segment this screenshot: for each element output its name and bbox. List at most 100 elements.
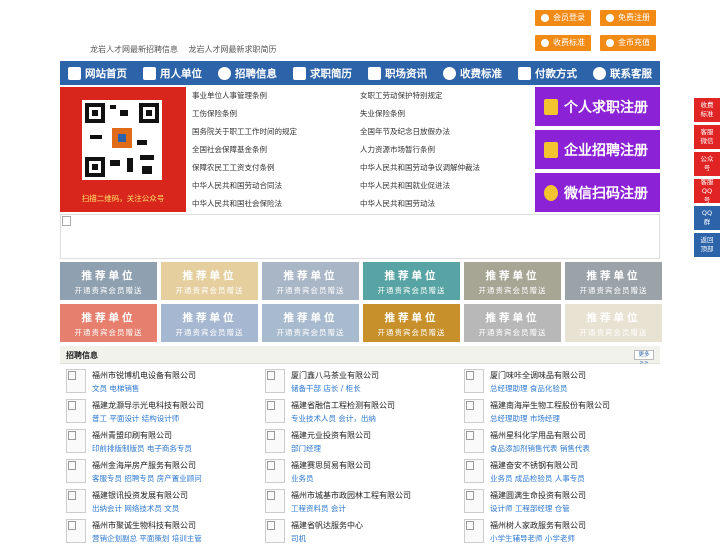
recommended-employer-slot[interactable]: 推荐单位 开通贵宾会员赠送 [60,304,157,342]
job-listing[interactable]: 福建龙灏导示光电科技有限公司 普工 平面设计 结构设计师 [60,398,258,428]
recommended-employer-slot[interactable]: 推荐单位 开通贵宾会员赠送 [363,304,460,342]
company-name[interactable]: 福建省融信工程检测有限公司 [291,400,395,411]
company-logo[interactable] [66,399,86,423]
recommended-employer-slot[interactable]: 推荐单位 开通贵宾会员赠送 [565,304,662,342]
nav-fees[interactable]: 收费标准 [435,61,510,85]
banner-image[interactable] [60,214,660,259]
job-listing[interactable]: 福建银讯投资发展有限公司 出纳会计 网络技术员 文员 [60,488,258,518]
company-logo[interactable] [265,459,285,483]
job-positions[interactable]: 出纳会计 网络技术员 文员 [92,503,179,514]
nav-payment[interactable]: 付款方式 [510,61,585,85]
regulation-link[interactable]: 中华人民共和国劳动法 [360,197,528,215]
nav-jobs[interactable]: 招聘信息 [210,61,285,85]
sidebar-fee-standard[interactable]: 收费标准 [694,98,720,122]
company-name[interactable]: 福建赛思贸易有限公司 [291,460,371,471]
job-positions[interactable]: 普工 平面设计 结构设计师 [92,413,179,424]
job-positions[interactable]: 文员 电梯销售 [92,383,139,394]
regulation-link[interactable]: 工伤保险条例 [192,107,360,125]
job-positions[interactable]: 设计师 工程部经理 仓管 [490,503,570,514]
company-logo[interactable] [265,519,285,543]
job-positions[interactable]: 总经理助理 市场经理 [490,413,560,424]
company-logo[interactable] [66,429,86,453]
company-logo[interactable] [464,429,484,453]
regulation-link[interactable]: 中华人民共和国社会保险法 [192,197,360,215]
company-name[interactable]: 福建元业投资有限公司 [291,430,371,441]
company-logo[interactable] [66,369,86,393]
wechat-register-button[interactable]: 微信扫码注册 [535,173,660,212]
job-positions[interactable]: 储备干部 店长 / 柜长 [291,383,361,394]
job-listing[interactable]: 福州市聚诚生物科技有限公司 营销企划副总 平面策划 培训主管 [60,518,258,548]
recommended-employer-slot[interactable]: 推荐单位 开通贵宾会员赠送 [464,262,561,300]
company-name[interactable]: 福州金海岸房产服务有限公司 [92,460,196,471]
nav-employers[interactable]: 用人单位 [135,61,210,85]
job-listing[interactable]: 福建赛思贸易有限公司 业务员 [259,458,457,488]
company-logo[interactable] [265,429,285,453]
company-name[interactable]: 福建奋安不锈钢有限公司 [490,460,578,471]
job-positions[interactable]: 客服专员 招聘专员 房产置业顾问 [92,473,202,484]
job-listing[interactable]: 福建圆满生命投资有限公司 设计师 工程部经理 仓管 [458,488,656,518]
company-name[interactable]: 福州市聚诚生物科技有限公司 [92,520,196,531]
regulation-link[interactable]: 国务院关于职工工作时间的规定 [192,125,360,143]
regulation-link[interactable]: 全国年节及纪念日放假办法 [360,125,528,143]
company-logo[interactable] [265,489,285,513]
company-logo[interactable] [464,369,484,393]
nav-contact[interactable]: 联系客服 [585,61,660,85]
job-positions[interactable]: 营销企划副总 平面策划 培训主管 [92,533,202,544]
job-positions[interactable]: 工程资料员 会计 [291,503,346,514]
job-listing[interactable]: 福州树人家政服务有限公司 小学生辅导老师 小学老师 [458,518,656,548]
regulation-link[interactable]: 中华人民共和国劳动合同法 [192,179,360,197]
recommended-employer-slot[interactable]: 推荐单位 开通贵宾会员赠送 [161,262,258,300]
regulation-link[interactable]: 保障农民工工资支付条例 [192,161,360,179]
company-logo[interactable] [265,399,285,423]
latest-jobs-link[interactable]: 龙岩人才网最新招聘信息 [90,45,178,54]
job-positions[interactable]: 印前排版制版员 电子商务专员 [92,443,192,454]
sidebar-qq-group[interactable]: QQ群 [694,206,720,230]
company-name[interactable]: 福建龙灏导示光电科技有限公司 [92,400,204,411]
back-to-top-button[interactable]: 返回顶部 [694,233,720,257]
recommended-employer-slot[interactable]: 推荐单位 开通贵宾会员赠送 [565,262,662,300]
regulation-link[interactable]: 事业单位人事管理条例 [192,89,360,107]
regulation-link[interactable]: 中华人民共和国就业促进法 [360,179,528,197]
job-listing[interactable]: 福州市城基市政园林工程有限公司 工程资料员 会计 [259,488,457,518]
recommended-employer-slot[interactable]: 推荐单位 开通贵宾会员赠送 [161,304,258,342]
personal-register-button[interactable]: 个人求职注册 [535,87,660,126]
sidebar-service-qq[interactable]: 客服QQ号 [694,178,720,204]
job-positions[interactable]: 部门经理 [291,443,321,454]
job-listing[interactable]: 福建省融信工程检测有限公司 专业技术人员 会计，出纳 [259,398,457,428]
job-positions[interactable]: 业务员 [291,473,314,484]
job-listing[interactable]: 福建奋安不锈钢有限公司 业务员 成品检验员 人事专员 [458,458,656,488]
nav-news[interactable]: 职场资讯 [360,61,435,85]
company-logo[interactable] [66,459,86,483]
job-positions[interactable]: 专业技术人员 会计，出纳 [291,413,376,424]
company-name[interactable]: 厦门味咔全调味品有限公司 [490,370,586,381]
sidebar-service-wechat[interactable]: 客服微信 [694,125,720,149]
recommended-employer-slot[interactable]: 推荐单位 开通贵宾会员赠送 [464,304,561,342]
job-positions[interactable]: 食品添加剂销售代表 销售代表 [490,443,590,454]
company-name[interactable]: 厦门鑫八马茶业有限公司 [291,370,379,381]
recommended-employer-slot[interactable]: 推荐单位 开通贵宾会员赠送 [262,304,359,342]
company-logo[interactable] [464,519,484,543]
free-register-button[interactable]: 免费注册 [600,10,656,26]
recommended-employer-slot[interactable]: 推荐单位 开通贵宾会员赠送 [262,262,359,300]
company-name[interactable]: 福建圆满生命投资有限公司 [490,490,586,501]
member-login-button[interactable]: 会员登录 [535,10,591,26]
job-listing[interactable]: 福州星科化学用品有限公司 食品添加剂销售代表 销售代表 [458,428,656,458]
company-name[interactable]: 福州星科化学用品有限公司 [490,430,586,441]
regulation-link[interactable]: 全国社会保障基金条例 [192,143,360,161]
job-listing[interactable]: 福建元业投资有限公司 部门经理 [259,428,457,458]
company-name[interactable]: 福州市城基市政园林工程有限公司 [291,490,411,501]
company-logo[interactable] [464,399,484,423]
company-name[interactable]: 福建省帆达服务中心 [291,520,363,531]
regulation-link[interactable]: 女职工劳动保护特别规定 [360,89,528,107]
recommended-employer-slot[interactable]: 推荐单位 开通贵宾会员赠送 [60,262,157,300]
job-listing[interactable]: 福州金海岸房产服务有限公司 客服专员 招聘专员 房产置业顾问 [60,458,258,488]
regulation-link[interactable]: 失业保险条例 [360,107,528,125]
job-positions[interactable]: 业务员 成品检验员 人事专员 [490,473,585,484]
job-listing[interactable]: 厦门味咔全调味品有限公司 总经理助理 食品化验员 [458,368,656,398]
regulation-link[interactable]: 中华人民共和国劳动争议调解仲裁法 [360,161,528,179]
company-logo[interactable] [265,369,285,393]
company-logo[interactable] [66,489,86,513]
company-name[interactable]: 福州青盟印刷有限公司 [92,430,172,441]
company-name[interactable]: 福建银讯投资发展有限公司 [92,490,188,501]
job-listing[interactable]: 厦门鑫八马茶业有限公司 储备干部 店长 / 柜长 [259,368,457,398]
